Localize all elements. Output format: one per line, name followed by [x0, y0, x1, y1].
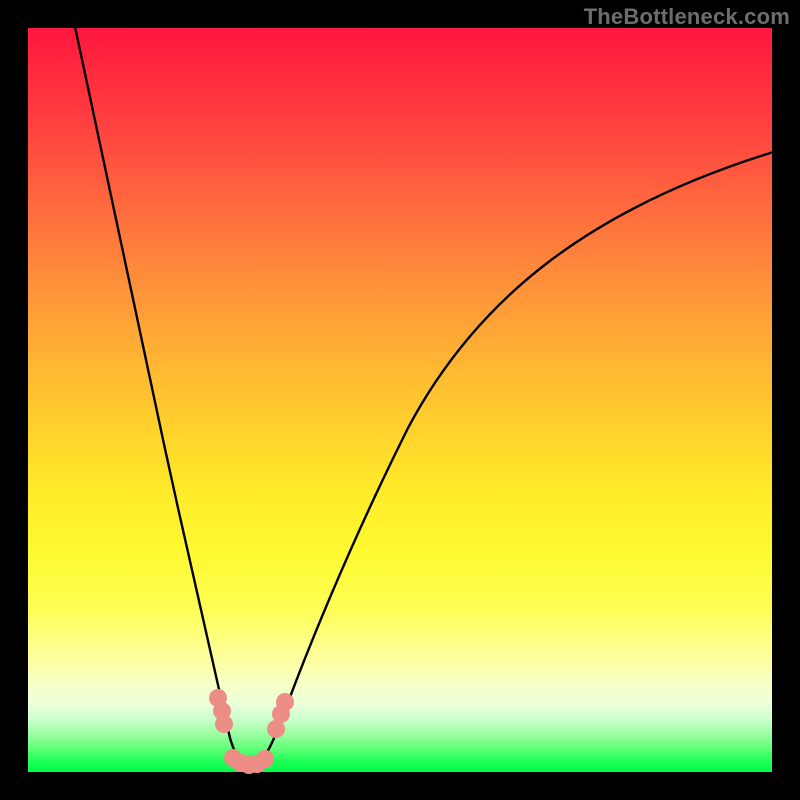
chart-frame: TheBottleneck.com: [0, 0, 800, 800]
marker-group: [209, 689, 294, 774]
watermark-text: TheBottleneck.com: [584, 4, 790, 30]
chart-plot-area: [28, 28, 772, 772]
data-point: [215, 715, 233, 733]
data-point: [276, 693, 294, 711]
curve-left-branch: [74, 22, 248, 768]
data-point: [256, 750, 274, 768]
chart-svg: [28, 28, 772, 772]
curve-right-branch: [252, 150, 780, 768]
